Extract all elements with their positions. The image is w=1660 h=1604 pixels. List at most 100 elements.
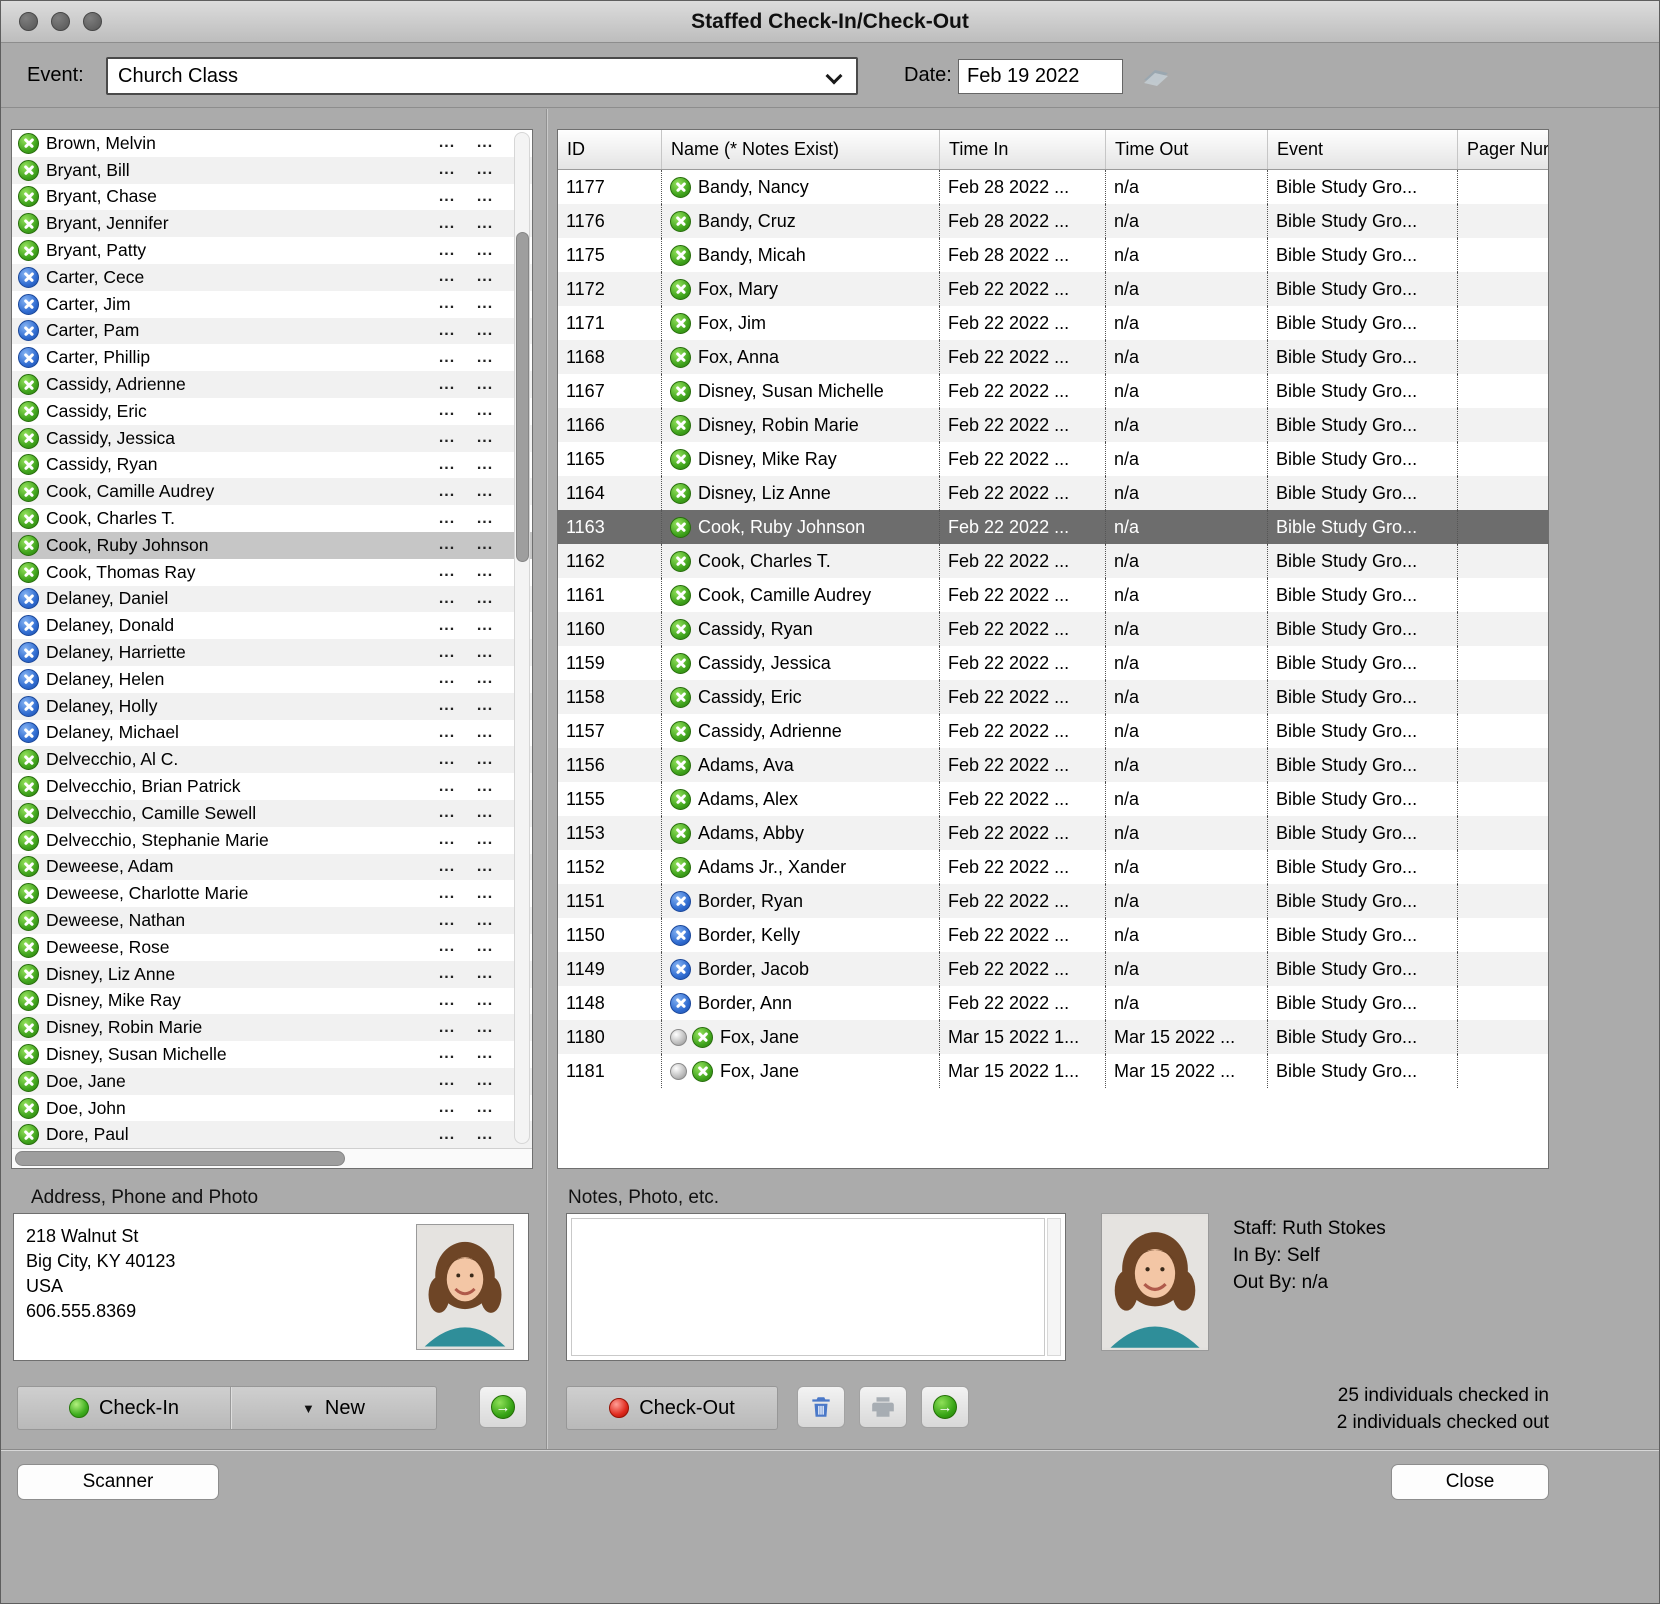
list-item[interactable]: Delvecchio, Brian Patrick......	[12, 773, 532, 800]
notes-button[interactable]: ...	[472, 242, 498, 260]
notes-button[interactable]: ...	[472, 697, 498, 715]
event-select[interactable]: Church Class	[106, 57, 858, 95]
table-row[interactable]: 1163Cook, Ruby JohnsonFeb 22 2022 ...n/a…	[558, 510, 1548, 544]
date-input[interactable]	[958, 59, 1123, 94]
date-picker-icon[interactable]	[1141, 66, 1171, 88]
details-button[interactable]: ...	[434, 965, 460, 983]
table-row[interactable]: 1162Cook, Charles T.Feb 22 2022 ...n/aBi…	[558, 544, 1548, 578]
list-item[interactable]: Delaney, Daniel......	[12, 586, 532, 613]
table-row[interactable]: 1160Cassidy, RyanFeb 22 2022 ...n/aBible…	[558, 612, 1548, 646]
table-row[interactable]: 1180Fox, JaneMar 15 2022 1...Mar 15 2022…	[558, 1020, 1548, 1054]
list-item[interactable]: Doe, John......	[12, 1095, 532, 1122]
list-item[interactable]: Deweese, Nathan......	[12, 907, 532, 934]
table-row[interactable]: 1156Adams, AvaFeb 22 2022 ...n/aBible St…	[558, 748, 1548, 782]
details-button[interactable]: ...	[434, 938, 460, 956]
details-button[interactable]: ...	[434, 858, 460, 876]
notes-button[interactable]: ...	[472, 1072, 498, 1090]
column-header-pager[interactable]: Pager Nur	[1458, 130, 1548, 169]
table-row[interactable]: 1177Bandy, NancyFeb 28 2022 ...n/aBible …	[558, 170, 1548, 204]
list-item[interactable]: Disney, Mike Ray......	[12, 988, 532, 1015]
list-item[interactable]: Cook, Ruby Johnson......	[12, 532, 532, 559]
details-button[interactable]: ...	[434, 134, 460, 152]
details-button[interactable]: ...	[434, 1019, 460, 1037]
notes-button[interactable]: ...	[472, 644, 498, 662]
details-button[interactable]: ...	[434, 724, 460, 742]
list-item[interactable]: Brown, Melvin......	[12, 130, 532, 157]
details-button[interactable]: ...	[434, 670, 460, 688]
list-item[interactable]: Bryant, Bill......	[12, 157, 532, 184]
table-row[interactable]: 1150Border, KellyFeb 22 2022 ...n/aBible…	[558, 918, 1548, 952]
details-button[interactable]: ...	[434, 268, 460, 286]
table-row[interactable]: 1172Fox, MaryFeb 22 2022 ...n/aBible Stu…	[558, 272, 1548, 306]
check-in-button[interactable]: Check-In	[18, 1387, 230, 1429]
details-button[interactable]: ...	[434, 483, 460, 501]
notes-button[interactable]: ...	[472, 858, 498, 876]
details-button[interactable]: ...	[434, 215, 460, 233]
notes-button[interactable]: ...	[472, 349, 498, 367]
list-item[interactable]: Carter, Jim......	[12, 291, 532, 318]
list-item[interactable]: Carter, Phillip......	[12, 344, 532, 371]
table-row[interactable]: 1159Cassidy, JessicaFeb 22 2022 ...n/aBi…	[558, 646, 1548, 680]
list-item[interactable]: Cassidy, Ryan......	[12, 452, 532, 479]
minimize-window-button[interactable]	[51, 12, 70, 31]
list-item[interactable]: Delaney, Harriette......	[12, 639, 532, 666]
vertical-scrollbar-thumb[interactable]	[516, 232, 529, 562]
details-button[interactable]: ...	[434, 778, 460, 796]
table-row[interactable]: 1181Fox, JaneMar 15 2022 1...Mar 15 2022…	[558, 1054, 1548, 1088]
details-button[interactable]: ...	[434, 563, 460, 581]
table-row[interactable]: 1148Border, AnnFeb 22 2022 ...n/aBible S…	[558, 986, 1548, 1020]
move-left-button[interactable]: →	[921, 1386, 969, 1428]
notes-scrollbar[interactable]	[1047, 1218, 1061, 1356]
table-row[interactable]: 1149Border, JacobFeb 22 2022 ...n/aBible…	[558, 952, 1548, 986]
list-item[interactable]: Cassidy, Eric......	[12, 398, 532, 425]
notes-button[interactable]: ...	[472, 1045, 498, 1063]
list-item[interactable]: Deweese, Charlotte Marie......	[12, 880, 532, 907]
notes-button[interactable]: ...	[472, 188, 498, 206]
notes-button[interactable]: ...	[472, 510, 498, 528]
notes-button[interactable]: ...	[472, 938, 498, 956]
list-item[interactable]: Delvecchio, Al C.......	[12, 746, 532, 773]
list-item[interactable]: Cook, Thomas Ray......	[12, 559, 532, 586]
details-button[interactable]: ...	[434, 429, 460, 447]
details-button[interactable]: ...	[434, 804, 460, 822]
notes-button[interactable]: ...	[472, 831, 498, 849]
details-button[interactable]: ...	[434, 376, 460, 394]
notes-button[interactable]: ...	[472, 134, 498, 152]
notes-button[interactable]: ...	[472, 563, 498, 581]
list-item[interactable]: Delaney, Donald......	[12, 612, 532, 639]
notes-button[interactable]: ...	[472, 376, 498, 394]
details-button[interactable]: ...	[434, 590, 460, 608]
notes-button[interactable]: ...	[472, 161, 498, 179]
list-item[interactable]: Cook, Charles T.......	[12, 505, 532, 532]
details-button[interactable]: ...	[434, 1072, 460, 1090]
list-item[interactable]: Carter, Pam......	[12, 318, 532, 345]
details-button[interactable]: ...	[434, 1099, 460, 1117]
notes-button[interactable]: ...	[472, 724, 498, 742]
list-item[interactable]: Bryant, Jennifer......	[12, 210, 532, 237]
table-row[interactable]: 1151Border, RyanFeb 22 2022 ...n/aBible …	[558, 884, 1548, 918]
notes-button[interactable]: ...	[472, 1126, 498, 1144]
details-button[interactable]: ...	[434, 242, 460, 260]
notes-button[interactable]: ...	[472, 590, 498, 608]
details-button[interactable]: ...	[434, 188, 460, 206]
table-row[interactable]: 1155Adams, AlexFeb 22 2022 ...n/aBible S…	[558, 782, 1548, 816]
notes-button[interactable]: ...	[472, 536, 498, 554]
list-item[interactable]: Doe, Jane......	[12, 1068, 532, 1095]
notes-button[interactable]: ...	[472, 402, 498, 420]
list-item[interactable]: Bryant, Chase......	[12, 184, 532, 211]
list-item[interactable]: Disney, Susan Michelle......	[12, 1041, 532, 1068]
horizontal-scrollbar-thumb[interactable]	[15, 1151, 345, 1166]
list-item[interactable]: Delvecchio, Camille Sewell......	[12, 800, 532, 827]
list-item[interactable]: Disney, Robin Marie......	[12, 1014, 532, 1041]
notes-button[interactable]: ...	[472, 804, 498, 822]
notes-button[interactable]: ...	[472, 215, 498, 233]
notes-button[interactable]: ...	[472, 429, 498, 447]
new-button[interactable]: ▼ New	[230, 1387, 436, 1429]
details-button[interactable]: ...	[434, 644, 460, 662]
notes-button[interactable]: ...	[472, 1019, 498, 1037]
column-header-name[interactable]: Name (* Notes Exist)	[662, 130, 940, 169]
notes-textarea[interactable]	[571, 1218, 1045, 1356]
notes-button[interactable]: ...	[472, 483, 498, 501]
details-button[interactable]: ...	[434, 402, 460, 420]
notes-button[interactable]: ...	[472, 295, 498, 313]
